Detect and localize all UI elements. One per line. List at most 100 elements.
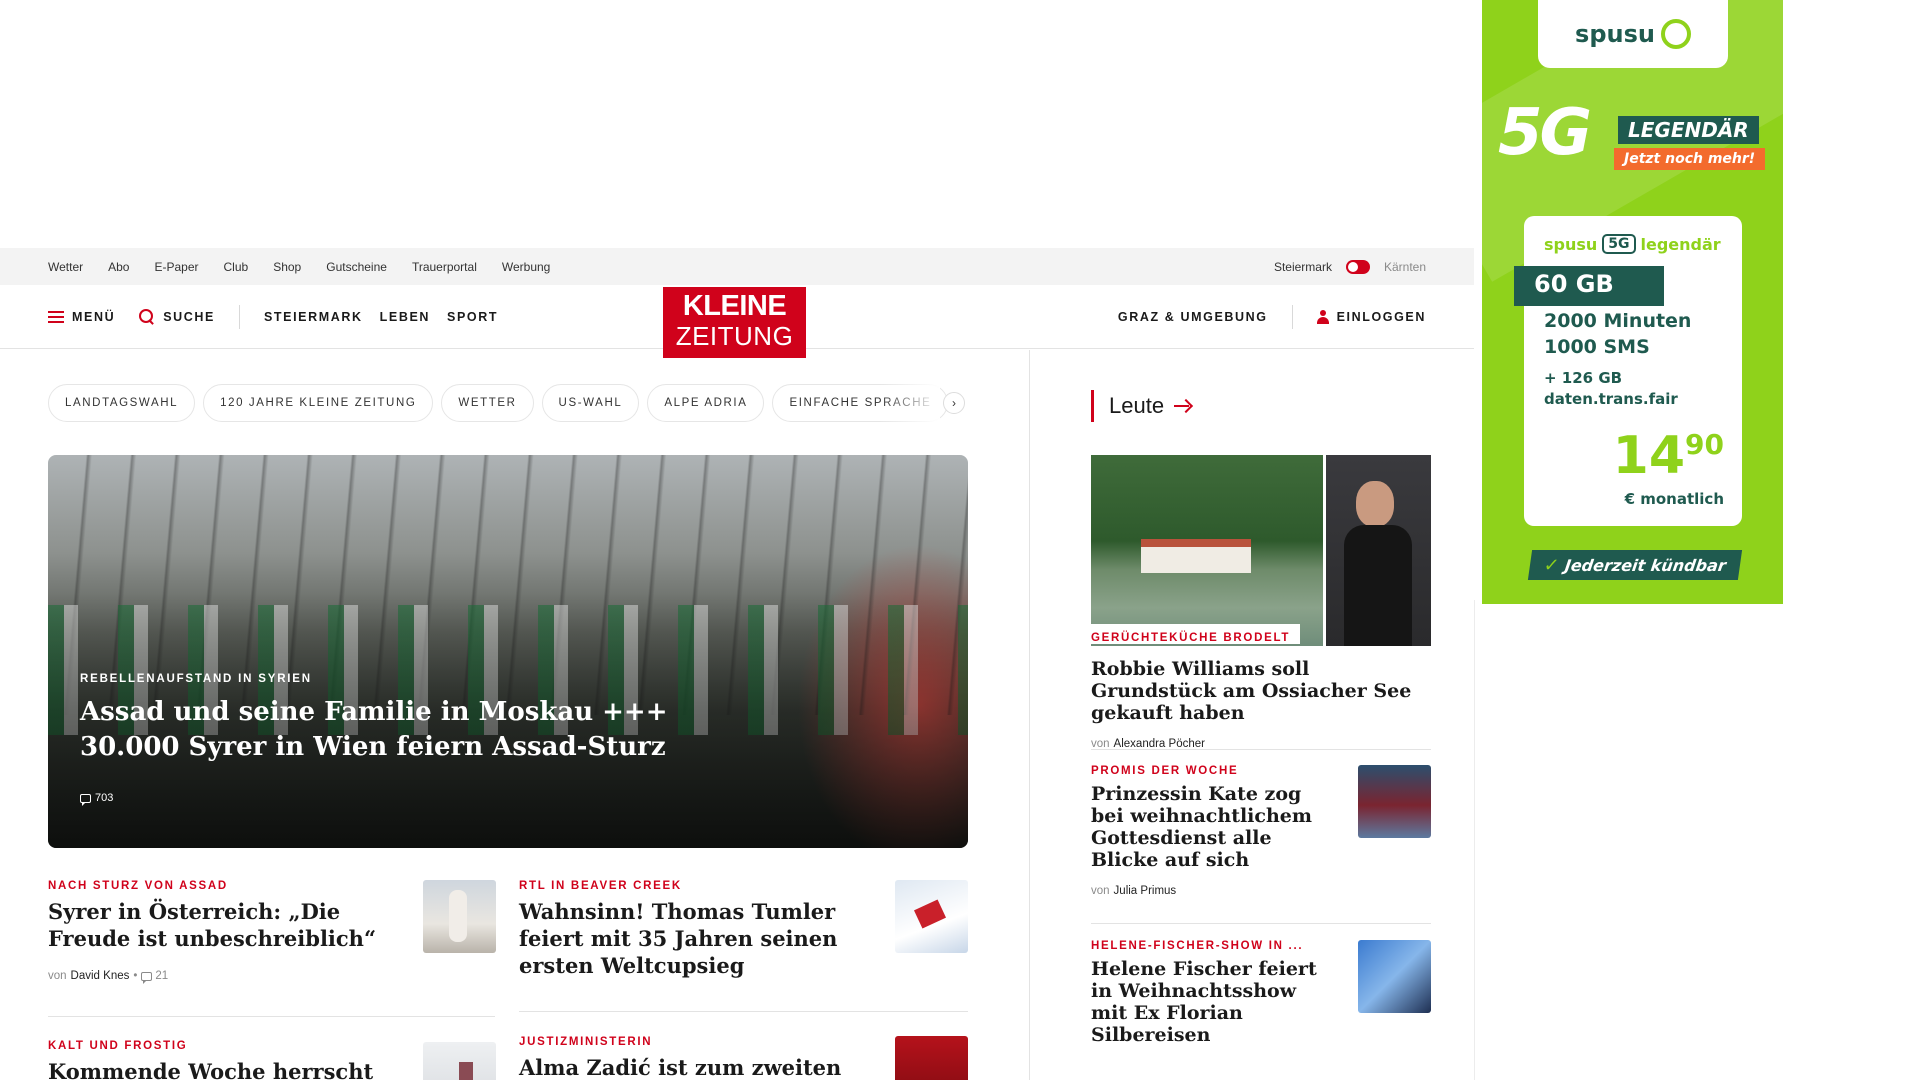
site-logo[interactable]: KLEINE ZEITUNG (663, 287, 806, 358)
article-byline: von David Knes • 21 (48, 970, 378, 984)
hero-image-shade (48, 455, 968, 848)
article-thumbnail[interactable] (423, 1042, 496, 1080)
user-icon (1316, 310, 1329, 324)
comment-icon (80, 793, 91, 806)
search-button[interactable]: SUCHE (139, 309, 215, 325)
utility-links: Wetter Abo E-Paper Club Shop Gutscheine … (48, 248, 550, 285)
ad-card-brand: spusu 5G legendär (1544, 234, 1721, 254)
utility-link-gutscheine[interactable]: Gutscheine (326, 260, 387, 274)
ad-cancel-text: Jederzeit kündbar (1563, 555, 1728, 575)
region-toggle[interactable] (1345, 259, 1370, 274)
tag-alpe-adria[interactable]: ALPE ADRIA (647, 384, 765, 422)
utility-link-trauerportal[interactable]: Trauerportal (412, 260, 477, 274)
tags-next-button[interactable]: › (943, 392, 965, 414)
image-villa (1141, 539, 1251, 573)
article-headline[interactable]: Wahnsinn! Thomas Tumler feiert mit 35 Ja… (519, 898, 849, 979)
spusu-logo-text: spusu (1575, 20, 1655, 48)
search-label: SUCHE (163, 310, 215, 324)
article-separator (1091, 749, 1431, 750)
content-right-border (1474, 600, 1475, 1080)
utility-link-wetter[interactable]: Wetter (48, 260, 83, 274)
article-overline: JUSTIZMINISTERIN (519, 1036, 653, 1048)
article-author[interactable]: Julia Primus (1114, 885, 1177, 897)
nav-divider (238, 305, 240, 329)
check-icon: ✓ (1542, 554, 1561, 576)
ad-price-cents: 90 (1685, 428, 1724, 461)
menu-icon (48, 311, 64, 323)
ad-minutes: 2000 Minuten (1544, 310, 1692, 332)
byline-prefix: von (48, 970, 67, 982)
article-thumbnail[interactable] (895, 1036, 968, 1080)
login-button[interactable]: EINLOGGEN (1316, 310, 1426, 324)
spusu-ad[interactable]: spusu 5G LEGENDÄR Jetzt noch mehr! spusu… (1482, 0, 1783, 604)
utility-link-werbung[interactable]: Werbung (502, 260, 550, 274)
thumb-figure (459, 1062, 473, 1080)
region-inactive-label[interactable]: Kärnten (1384, 260, 1426, 274)
search-icon (139, 309, 155, 325)
column-divider (1029, 350, 1030, 1080)
utility-link-abo[interactable]: Abo (108, 260, 129, 274)
hero-article[interactable]: REBELLENAUFSTAND IN SYRIEN Assad und sei… (48, 455, 968, 848)
article-overline: GERÜCHTEKÜCHE BRODELT (1091, 632, 1291, 644)
nav-section-steiermark[interactable]: STEIERMARK (264, 310, 363, 324)
ad-card-brand-left: spusu (1544, 234, 1598, 254)
utility-link-club[interactable]: Club (224, 260, 249, 274)
tag-landtagswahl[interactable]: LANDTAGSWAHL (48, 384, 196, 422)
comment-icon (141, 971, 153, 984)
article-separator (519, 1011, 968, 1012)
top-ad-slot (0, 0, 1474, 248)
chevron-right-icon: › (952, 396, 956, 410)
article-comments[interactable]: 21 (141, 970, 168, 984)
ad-tagline: LEGENDÄR (1618, 116, 1759, 144)
nav-section-sport[interactable]: SPORT (447, 310, 498, 324)
menu-label: MENÜ (72, 310, 116, 324)
hero-comments[interactable]: 703 (80, 792, 114, 806)
tag-us-wahl[interactable]: US-WAHL (541, 384, 640, 422)
nav-divider-right (1291, 305, 1293, 329)
article-headline[interactable]: Syrer in Österreich: „Die Freude ist unb… (48, 898, 378, 952)
article-author[interactable]: David Knes (71, 970, 130, 982)
article-teaser[interactable]: KALT UND FROSTIG Kommende Woche herrscht (48, 1040, 378, 1080)
leute-article[interactable]: PROMIS DER WOCHE Prinzessin Kate zog bei… (1091, 765, 1321, 897)
utility-link-epaper[interactable]: E-Paper (154, 260, 198, 274)
thumb-skier (913, 899, 947, 929)
tag-wetter[interactable]: WETTER (441, 384, 534, 422)
region-link[interactable]: GRAZ & UMGEBUNG (1118, 310, 1268, 324)
byline-prefix: von (1091, 885, 1110, 897)
leute-lead-image[interactable] (1091, 455, 1431, 646)
article-thumbnail[interactable] (1358, 940, 1431, 1013)
article-separator (1091, 923, 1431, 924)
article-headline[interactable]: Helene Fischer feiert in Weihnachtsshow … (1091, 958, 1331, 1046)
login-label: EINLOGGEN (1336, 310, 1426, 324)
region-active-label: Steiermark (1273, 259, 1332, 274)
article-teaser[interactable]: JUSTIZMINISTERIN Alma Zadić ist zum zwei… (519, 1036, 849, 1080)
ad-cta-text: Jetzt noch mehr! (1614, 148, 1766, 170)
article-thumbnail[interactable] (1358, 765, 1431, 838)
leute-lead-article[interactable]: Robbie Williams soll Grundstück am Ossia… (1091, 652, 1431, 750)
nav-section-leben[interactable]: LEBEN (380, 310, 430, 324)
article-byline: von Julia Primus (1091, 885, 1321, 897)
article-headline[interactable]: Robbie Williams soll Grundstück am Ossia… (1091, 658, 1431, 724)
leute-article[interactable]: HELENE-FISCHER-SHOW IN ... Helene Fische… (1091, 940, 1331, 1046)
article-overline: NACH STURZ VON ASSAD (48, 880, 228, 892)
arrow-right-icon (1174, 399, 1192, 413)
hero-comment-count: 703 (95, 792, 114, 804)
article-headline[interactable]: Alma Zadić ist zum zweiten (519, 1054, 849, 1080)
article-thumbnail[interactable] (895, 880, 968, 953)
article-teaser[interactable]: NACH STURZ VON ASSAD Syrer in Österreich… (48, 880, 378, 984)
hero-headline[interactable]: Assad und seine Familie in Moskau +++ 30… (80, 695, 680, 765)
article-overline: PROMIS DER WOCHE (1091, 765, 1239, 777)
article-thumbnail[interactable] (423, 880, 496, 953)
article-overline: KALT UND FROSTIG (48, 1040, 188, 1052)
tag-120-jahre[interactable]: 120 JAHRE KLEINE ZEITUNG (203, 384, 434, 422)
utility-link-shop[interactable]: Shop (273, 260, 301, 274)
ad-extra-gb: + 126 GB (1544, 369, 1623, 387)
article-separator (48, 1016, 495, 1017)
ad-5g-text: 5G (1498, 96, 1592, 170)
article-headline[interactable]: Kommende Woche herrscht (48, 1058, 378, 1080)
menu-button[interactable]: MENÜ (48, 310, 115, 324)
ad-offer-card: spusu 5G legendär 2000 Minuten 1000 SMS … (1524, 216, 1742, 526)
article-headline[interactable]: Prinzessin Kate zog bei weihnachtlichem … (1091, 783, 1321, 871)
section-title-leute[interactable]: Leute (1091, 390, 1192, 422)
article-teaser[interactable]: RTL IN BEAVER CREEK Wahnsinn! Thomas Tum… (519, 880, 849, 979)
